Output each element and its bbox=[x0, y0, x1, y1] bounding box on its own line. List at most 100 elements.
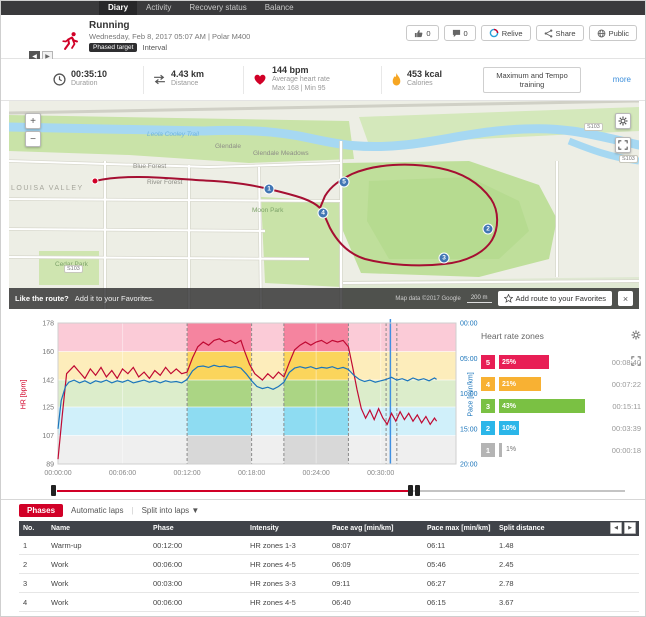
share-button[interactable]: Share bbox=[536, 25, 584, 41]
heart-rate-label: Average heart rate bbox=[272, 76, 330, 85]
distance-value: 4.43 km bbox=[171, 69, 204, 80]
svg-text:00:24:00: 00:24:00 bbox=[303, 470, 330, 477]
zone-time: 00:15:11 bbox=[601, 402, 641, 411]
heart-rate-range: Max 168 | Min 95 bbox=[272, 85, 330, 94]
svg-text:00:12:00: 00:12:00 bbox=[173, 470, 200, 477]
laps-tab-phases[interactable]: Phases bbox=[19, 504, 63, 517]
stat-heart-rate: 144 bpm Average heart rate Max 168 | Min… bbox=[253, 65, 330, 94]
zone-number-badge: 5 bbox=[481, 355, 495, 369]
close-overlay-button[interactable]: × bbox=[618, 291, 633, 306]
distance-label: Distance bbox=[171, 80, 204, 89]
comment-button[interactable]: 0 bbox=[444, 25, 476, 41]
road-shield: S103 bbox=[619, 155, 638, 163]
zones-panel-title: Heart rate zones bbox=[481, 331, 641, 341]
zone-number-badge: 2 bbox=[481, 421, 495, 435]
training-benefit-button[interactable]: Maximum and Tempo training bbox=[483, 67, 581, 93]
column-header-pace-avg-min-km: Pace avg [min/km] bbox=[328, 521, 423, 536]
route-marker-1[interactable]: 1 bbox=[264, 184, 275, 195]
table-cell: 08:07 bbox=[328, 536, 423, 554]
top-nav-tabs: DiaryActivityRecovery statusBalance bbox=[1, 1, 645, 15]
zone-number-badge: 3 bbox=[481, 399, 495, 413]
nav-tab-activity[interactable]: Activity bbox=[137, 1, 180, 15]
zone-bar-track: 10% bbox=[499, 421, 597, 435]
map-fullscreen-button[interactable] bbox=[615, 137, 631, 153]
table-cell: 06:11 bbox=[423, 536, 495, 554]
relive-button[interactable]: Relive bbox=[481, 25, 531, 41]
nav-tab-diary[interactable]: Diary bbox=[99, 1, 137, 15]
scrubber-handle-right[interactable] bbox=[408, 485, 413, 496]
visibility-label: Public bbox=[609, 29, 629, 38]
zone-band-1 bbox=[58, 435, 456, 464]
analysis-section: 1781601421251078900:0005:0010:0015:0020:… bbox=[1, 309, 645, 499]
like-button[interactable]: 0 bbox=[406, 25, 438, 41]
svg-text:00:06:00: 00:06:00 bbox=[109, 470, 136, 477]
map-label: Leola Cooley Trail bbox=[147, 131, 199, 138]
table-cell: 3.67 bbox=[495, 593, 639, 611]
table-cell: HR zones 4-5 bbox=[246, 593, 328, 611]
phased-target-badge: Phased target bbox=[89, 43, 137, 52]
route-map[interactable]: + − Leola Cooley TrailGlendaleGlendale M… bbox=[9, 101, 639, 309]
hr-zone-row-1: 11%00:00:18 bbox=[481, 439, 641, 461]
visibility-button[interactable]: Public bbox=[589, 25, 637, 41]
add-route-to-favorites-button[interactable]: Add route to your Favorites bbox=[498, 291, 612, 306]
table-row[interactable]: 3Work00:03:00HR zones 3-309:1106:272.78 bbox=[19, 574, 639, 593]
table-cell: HR zones 3-3 bbox=[246, 574, 328, 592]
scrubber-handle-left[interactable] bbox=[51, 485, 56, 496]
hr-zones-list: 525%00:08:40421%00:07:22343%00:15:11210%… bbox=[481, 351, 641, 461]
table-cell: 06:27 bbox=[423, 574, 495, 592]
table-cell: 06:40 bbox=[328, 593, 423, 611]
route-marker-5[interactable]: 5 bbox=[339, 177, 350, 188]
route-marker-4[interactable]: 4 bbox=[318, 208, 329, 219]
hr-pace-chart[interactable]: 1781601421251078900:0005:0010:0015:0020:… bbox=[1, 309, 479, 481]
svg-text:107: 107 bbox=[42, 433, 54, 440]
duration-label: Duration bbox=[71, 80, 107, 89]
zone-bar bbox=[499, 443, 502, 457]
zones-settings-button[interactable] bbox=[631, 327, 641, 345]
scrubber-track-rest bbox=[413, 490, 625, 492]
zone-bar: 43% bbox=[499, 399, 585, 413]
column-header-no: No. bbox=[19, 521, 47, 536]
map-label: Glendale bbox=[215, 143, 241, 150]
zone-band-3 bbox=[58, 380, 456, 407]
table-cell: 05:46 bbox=[423, 555, 495, 573]
svg-text:89: 89 bbox=[46, 462, 54, 469]
gear-icon bbox=[631, 330, 641, 340]
svg-text:160: 160 bbox=[42, 349, 54, 356]
phase-highlight-1-zone-2 bbox=[187, 407, 252, 436]
table-cell: Work bbox=[47, 555, 149, 573]
table-row[interactable]: 1Warm-up00:12:00HR zones 1-308:0706:111.… bbox=[19, 536, 639, 555]
next-page-button[interactable]: ▶ bbox=[624, 522, 636, 534]
table-row[interactable]: 4Work00:06:00HR zones 4-506:4006:153.67 bbox=[19, 593, 639, 612]
distance-icon bbox=[153, 73, 166, 86]
table-cell: 4 bbox=[19, 593, 47, 611]
map-settings-button[interactable] bbox=[615, 113, 631, 129]
map-label: LOUISA VALLEY bbox=[11, 185, 84, 192]
map-label: Moon Park bbox=[252, 207, 283, 214]
svg-text:142: 142 bbox=[42, 378, 54, 385]
heart-rate-zones-panel: Heart rate zones 525%00:08:40421%00:07:2… bbox=[481, 323, 641, 483]
map-attribution: Map data ©2017 Google bbox=[395, 296, 460, 302]
nav-tab-balance[interactable]: Balance bbox=[256, 1, 303, 15]
favorites-prompt: Add it to your Favorites. bbox=[75, 294, 154, 303]
route-marker-2[interactable]: 2 bbox=[483, 224, 494, 235]
zone-number-badge: 1 bbox=[481, 443, 495, 457]
laps-tab-automatic-laps[interactable]: Automatic laps bbox=[71, 506, 123, 515]
zones-expand-button[interactable] bbox=[631, 353, 641, 371]
nav-tab-recovery-status[interactable]: Recovery status bbox=[180, 1, 255, 15]
prev-page-button[interactable]: ◀ bbox=[610, 522, 622, 534]
chart-scrubber[interactable] bbox=[51, 485, 631, 497]
zone-bar: 10% bbox=[499, 421, 519, 435]
duration-value: 00:35:10 bbox=[71, 69, 107, 80]
svg-text:15:00: 15:00 bbox=[460, 426, 478, 433]
hr-axis-title: HR [bpm] bbox=[20, 380, 27, 410]
table-row[interactable]: 2Work00:06:00HR zones 4-506:0905:462.45 bbox=[19, 555, 639, 574]
laps-tab-split-into-laps[interactable]: Split into laps ▼ bbox=[142, 506, 200, 515]
more-link[interactable]: more bbox=[613, 75, 631, 84]
calories-value: 453 kcal bbox=[407, 69, 442, 80]
zoom-in-button[interactable]: + bbox=[25, 113, 41, 129]
thumbs-up-icon bbox=[414, 29, 423, 38]
zoom-out-button[interactable]: − bbox=[25, 131, 41, 147]
route-marker-3[interactable]: 3 bbox=[439, 253, 450, 264]
target-type-label: Interval bbox=[142, 43, 167, 52]
heart-rate-value: 144 bpm bbox=[272, 65, 330, 76]
